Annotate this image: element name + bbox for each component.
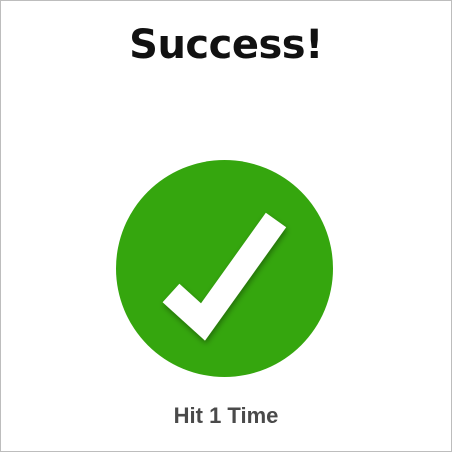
- success-panel: Success! Hit 1 Time: [0, 0, 452, 452]
- success-badge: [116, 160, 333, 377]
- checkmark-icon: [162, 212, 287, 341]
- hit-count-label: Hit 1 Time: [173, 403, 279, 428]
- success-title: Success!: [129, 22, 323, 68]
